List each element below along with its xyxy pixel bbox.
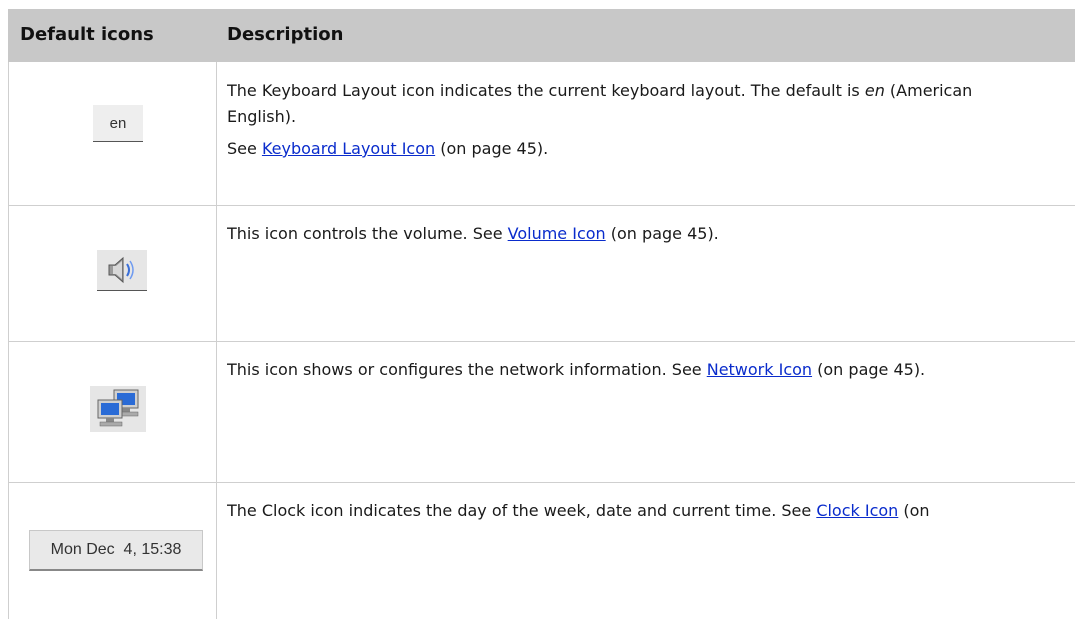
row-description: The Clock icon indicates the day of the … <box>227 498 1075 530</box>
description-paragraph: The Clock icon indicates the day of the … <box>227 498 1075 524</box>
clock-text: Mon Dec 4, 15:38 <box>50 541 182 558</box>
page-ref: (on page 45). <box>812 360 926 379</box>
row-description: This icon controls the volume. See Volum… <box>227 221 1075 253</box>
description-paragraph: The Keyboard Layout icon indicates the c… <box>227 78 1075 130</box>
keyboard-layout-icon: en <box>93 105 143 142</box>
icon-cell <box>8 341 216 482</box>
table-row: This icon controls the volume. See Volum… <box>8 205 1075 342</box>
speaker-icon <box>97 250 147 291</box>
description-paragraph: This icon shows or configures the networ… <box>227 357 1075 383</box>
network-icon <box>90 386 146 432</box>
table-row: Mon Dec 4, 15:38 The Clock icon indicate… <box>8 482 1075 619</box>
clock-icon: Mon Dec 4, 15:38 <box>29 530 203 571</box>
description-emphasis: en <box>864 81 885 100</box>
page-ref: (on <box>898 501 930 520</box>
header-default-icons: Default icons <box>20 24 154 45</box>
icon-cell <box>8 205 216 341</box>
icon-cell: en <box>8 62 216 205</box>
page-ref: (on page 45). <box>435 139 549 158</box>
clock-icon-link[interactable]: Clock Icon <box>816 501 898 520</box>
table-row: This icon shows or configures the networ… <box>8 341 1075 483</box>
row-description: The Keyboard Layout icon indicates the c… <box>227 78 1075 168</box>
description-text: This icon shows or configures the networ… <box>227 360 707 379</box>
description-text: The Keyboard Layout icon indicates the c… <box>227 81 865 100</box>
description-text: The Clock icon indicates the day of the … <box>227 501 817 520</box>
icon-cell: Mon Dec 4, 15:38 <box>8 482 216 619</box>
network-icon-link[interactable]: Network Icon <box>707 360 812 379</box>
table-header: Default icons Description <box>8 9 1075 62</box>
keyboard-layout-text: en <box>109 114 127 132</box>
keyboard-layout-icon-link[interactable]: Keyboard Layout Icon <box>262 139 435 158</box>
icons-table: Default icons Description en The Keyboar… <box>8 9 1075 619</box>
table-row: en The Keyboard Layout icon indicates th… <box>8 62 1075 206</box>
row-description: This icon shows or configures the networ… <box>227 357 1075 389</box>
description-text-cont: (American <box>884 81 973 100</box>
description-paragraph: This icon controls the volume. See Volum… <box>227 221 1075 247</box>
header-description: Description <box>227 24 344 45</box>
description-text-line2: English). <box>227 107 297 126</box>
volume-icon-link[interactable]: Volume Icon <box>508 224 606 243</box>
page-ref: (on page 45). <box>605 224 719 243</box>
see-also-paragraph: See Keyboard Layout Icon (on page 45). <box>227 136 1075 162</box>
description-text: This icon controls the volume. See <box>227 224 508 243</box>
see-text: See <box>227 139 262 158</box>
